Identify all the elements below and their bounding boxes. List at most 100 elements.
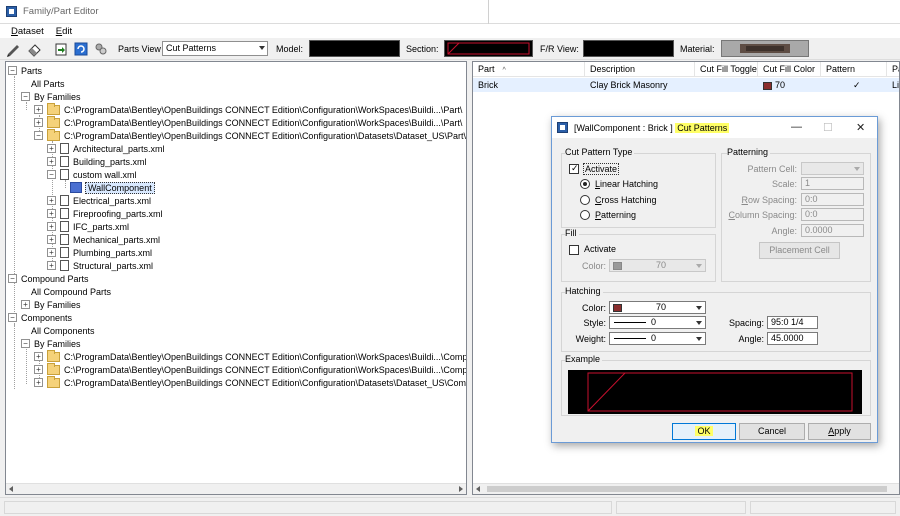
grid-horizontal-scrollbar[interactable] (473, 483, 899, 494)
expand-icon[interactable]: + (34, 118, 43, 127)
tree-node-components[interactable]: − Components (8, 311, 72, 324)
column-header-description[interactable]: Description (585, 62, 695, 77)
expand-icon[interactable]: + (47, 222, 56, 231)
column-header-part[interactable]: Part ^ (473, 62, 585, 77)
tree-node-comp-family-2[interactable]: + C:\ProgramData\Bentley\OpenBuildings CO… (34, 362, 466, 376)
tree-node-file[interactable]: + Plumbing_parts.xml (47, 246, 152, 259)
expand-icon[interactable]: + (21, 300, 30, 309)
column-spacing-input[interactable]: 0:0 (801, 208, 864, 221)
maximize-icon[interactable]: ☐ (823, 121, 833, 134)
material-preview[interactable] (721, 40, 809, 57)
hatch-spacing-input[interactable]: 95:0 1/4 (767, 316, 818, 329)
close-icon[interactable]: ✕ (856, 121, 865, 134)
section-preview[interactable] (444, 40, 533, 57)
cancel-button[interactable]: Cancel (739, 423, 805, 440)
settings-cells-icon[interactable] (93, 41, 109, 57)
row-spacing-input[interactable]: 0:0 (801, 193, 864, 206)
pattern-cell-select[interactable] (801, 162, 864, 175)
expand-icon[interactable]: + (47, 248, 56, 257)
model-preview[interactable] (309, 40, 400, 57)
tree-node-file[interactable]: + IFC_parts.xml (47, 220, 129, 233)
tree-node-comp-family-3[interactable]: + C:\ProgramData\Bentley\OpenBuildings CO… (34, 375, 466, 389)
tree-node-components-by-families[interactable]: − By Families (21, 337, 81, 350)
apply-button[interactable]: Apply (808, 423, 871, 440)
scale-label: Scale: (771, 179, 797, 189)
scroll-right-icon[interactable] (459, 486, 463, 492)
expand-icon[interactable]: + (47, 196, 56, 205)
cross-hatching-radio[interactable] (580, 195, 590, 205)
hatch-angle-input[interactable]: 45.0000 (767, 332, 818, 345)
color-swatch (613, 261, 622, 270)
tree-node-parts[interactable]: − Parts (8, 64, 42, 77)
linear-hatching-label: Linear Hatching (595, 179, 659, 189)
tree-node-file[interactable]: − custom wall.xml (47, 168, 137, 181)
ok-button[interactable]: OK (672, 423, 736, 440)
tree-node-compound-parts[interactable]: − Compound Parts (8, 272, 89, 285)
column-header-cut-fill-toggle[interactable]: Cut Fill Toggle (695, 62, 758, 77)
menu-edit[interactable]: Edit (56, 26, 72, 37)
expand-icon[interactable]: + (34, 365, 43, 374)
cross-hatching-label: Cross Hatching (595, 195, 657, 205)
collapse-icon[interactable]: − (47, 170, 56, 179)
linear-hatching-radio[interactable] (580, 179, 590, 189)
menu-dataset[interactable]: Dataset (11, 26, 44, 37)
expand-icon[interactable]: + (47, 261, 56, 270)
collapse-icon[interactable]: − (8, 66, 17, 75)
tree-horizontal-scrollbar[interactable] (6, 483, 466, 494)
fill-color-select[interactable]: 70 (609, 259, 706, 272)
tree-node-file[interactable]: + Fireproofing_parts.xml (47, 207, 163, 220)
hatch-style-select[interactable]: 0 (609, 316, 706, 329)
fill-activate-checkbox[interactable] (569, 245, 579, 255)
collapse-icon[interactable]: − (8, 313, 17, 322)
hatch-weight-select[interactable]: 0 (609, 332, 706, 345)
expand-icon[interactable]: + (47, 235, 56, 244)
column-header-pattern[interactable]: Pattern (821, 62, 887, 77)
expand-icon[interactable]: + (47, 144, 56, 153)
pencil-edit-icon[interactable] (6, 41, 22, 57)
tree-node-file[interactable]: + Structural_parts.xml (47, 259, 153, 272)
tree-node-file[interactable]: + Mechanical_parts.xml (47, 233, 160, 246)
pattern-angle-input[interactable]: 0.0000 (801, 224, 864, 237)
tree-node-all-components[interactable]: All Components (31, 324, 95, 337)
column-header-cut-fill-color[interactable]: Cut Fill Color (758, 62, 821, 77)
scrollbar-thumb[interactable] (487, 486, 887, 492)
tree-node-family-3[interactable]: − C:\ProgramData\Bentley\OpenBuildings CO… (34, 128, 466, 142)
tree-node-comp-family-1[interactable]: + C:\ProgramData\Bentley\OpenBuildings CO… (34, 349, 466, 363)
patterning-radio[interactable] (580, 210, 590, 220)
tree-node-all-compound-parts[interactable]: All Compound Parts (31, 285, 111, 298)
expand-icon[interactable]: + (47, 157, 56, 166)
scale-input[interactable]: 1 (801, 177, 864, 190)
tree-node-file[interactable]: + Architectural_parts.xml (47, 142, 165, 155)
eraser-icon[interactable] (26, 41, 42, 57)
tree-node-family-1[interactable]: + C:\ProgramData\Bentley\OpenBuildings CO… (34, 102, 462, 116)
parts-view-select[interactable]: Cut Patterns (162, 41, 268, 56)
tree-node-compound-by-families[interactable]: + By Families (21, 298, 81, 311)
tree-node-file[interactable]: + Electrical_parts.xml (47, 194, 151, 207)
placement-cell-button[interactable]: Placement Cell (759, 242, 840, 259)
fr-view-preview[interactable] (583, 40, 674, 57)
tree-node-by-families[interactable]: − By Families (21, 90, 81, 103)
refresh-icon[interactable] (73, 41, 89, 57)
scroll-left-icon[interactable] (476, 486, 480, 492)
minimize-icon[interactable]: — (791, 121, 802, 133)
expand-icon[interactable]: + (47, 209, 56, 218)
table-row[interactable]: Brick Clay Brick Masonry 70 ✓ Lin (473, 78, 899, 92)
scroll-left-icon[interactable] (9, 486, 13, 492)
collapse-icon[interactable]: − (8, 274, 17, 283)
hatch-color-select[interactable]: 70 (609, 301, 706, 314)
expand-icon[interactable]: + (34, 352, 43, 361)
column-header-pat[interactable]: Pat (887, 62, 899, 77)
expand-icon[interactable]: + (34, 378, 43, 387)
expand-icon[interactable]: + (34, 105, 43, 114)
chevron-down-icon (854, 167, 860, 171)
collapse-icon[interactable]: − (21, 92, 30, 101)
tree-node-family-2[interactable]: + C:\ProgramData\Bentley\OpenBuildings CO… (34, 115, 462, 129)
tree-node-all-parts[interactable]: All Parts (31, 77, 65, 90)
collapse-icon[interactable]: − (34, 131, 43, 140)
file-icon (60, 195, 69, 206)
import-icon[interactable] (53, 41, 69, 57)
collapse-icon[interactable]: − (21, 339, 30, 348)
tree-node-wallcomponent[interactable]: WallComponent (70, 181, 155, 194)
tree-node-file[interactable]: + Building_parts.xml (47, 155, 147, 168)
activate-checkbox[interactable] (569, 163, 579, 174)
